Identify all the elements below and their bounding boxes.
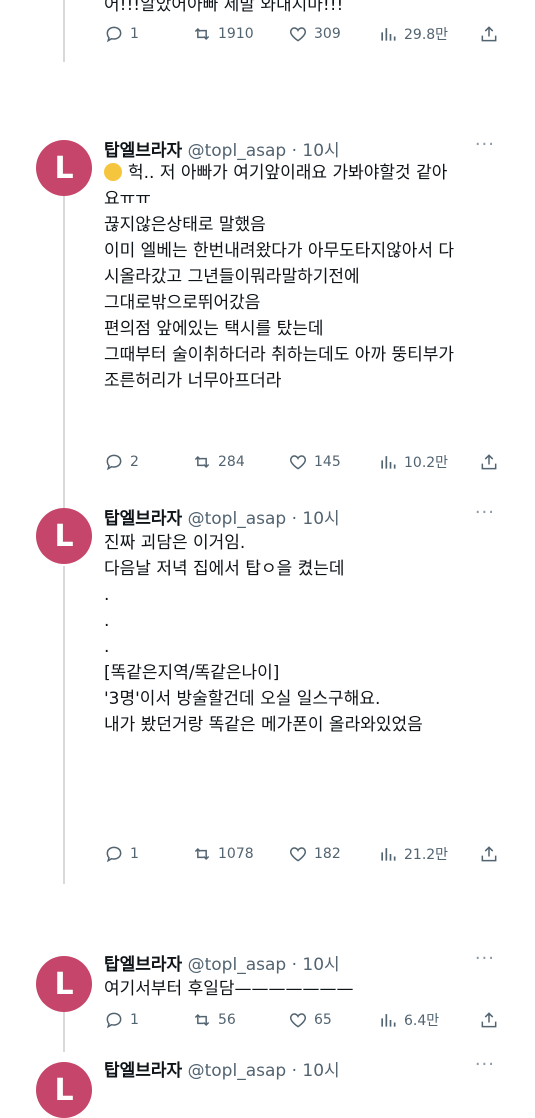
reply-icon [106,846,122,863]
avatar[interactable]: L [36,508,92,564]
tweet-text: 진짜 괴담은 이거임. 다음날 저녁 집에서 탑ㅇ을 켰는데 . . . [똑같… [104,533,423,735]
reply-button[interactable]: 1 [104,844,139,864]
thread-line [63,0,65,62]
retweet-count: 284 [218,454,245,470]
views-icon [381,456,396,469]
tweet-header: 탑엘브라자 @topl_asap · 10시 [104,950,340,975]
heart-icon [289,455,307,470]
heart-icon [289,847,307,862]
share-button[interactable] [479,452,499,476]
more-options-button[interactable]: ··· [475,134,495,155]
views-count: 29.8만 [404,27,449,43]
reply-count: 1 [130,26,139,42]
thread-line [63,566,65,884]
thread-line [63,196,65,508]
retweet-icon [194,847,210,861]
more-options-button[interactable]: ··· [475,1054,495,1075]
retweet-icon [194,1013,210,1027]
retweet-icon [194,455,210,469]
tweet-actions: 1 1078 182 21.2만 [104,844,499,868]
more-options-button[interactable]: ··· [475,502,495,523]
retweet-button[interactable]: 284 [192,452,245,472]
author-name[interactable]: 탑엘브라자 [104,955,182,975]
retweet-count: 56 [218,1012,236,1028]
more-options-button[interactable]: ··· [475,948,495,969]
pleading-emoji-icon [104,163,122,181]
views-icon [381,1014,396,1027]
author-handle-time[interactable]: @topl_asap · 10시 [188,141,340,161]
retweet-button[interactable]: 56 [192,1010,236,1030]
views-button[interactable]: 21.2만 [378,844,448,864]
author-name[interactable]: 탑엘브라자 [104,509,182,529]
like-count: 65 [314,1012,332,1028]
avatar[interactable]: L [36,140,92,196]
thread-line [63,1012,65,1052]
views-icon [381,28,396,41]
retweet-count: 1078 [218,846,254,862]
avatar[interactable]: L [36,956,92,1012]
reply-icon [106,26,122,43]
share-button[interactable] [479,1010,499,1034]
share-icon [481,846,497,862]
heart-icon [289,27,307,42]
author-name[interactable]: 탑엘브라자 [104,1061,182,1081]
tweet-actions: 2 284 145 10.2만 [104,452,499,476]
share-icon [481,454,497,470]
like-count: 182 [314,846,341,862]
reply-button[interactable]: 1 [104,24,139,44]
share-icon [481,26,497,42]
tweet-text: 여기서부터 후일담——————— [104,979,354,999]
retweet-button[interactable]: 1078 [192,844,254,864]
tweet-actions: 1 56 65 6.4만 [104,1010,499,1034]
like-count: 145 [314,454,341,470]
tweet-actions: 1 1910 309 29.8만 [104,24,499,48]
reply-count: 1 [130,1012,139,1028]
author-name[interactable]: 탑엘브라자 [104,141,182,161]
tweet-text: 헉.. 저 아빠가 여기앞이래요 가봐야할것 같아 요ㅠㅠ 끊지않은상태로 말했… [104,163,455,391]
author-handle-time[interactable]: @topl_asap · 10시 [188,509,340,529]
like-count: 309 [314,26,341,42]
like-button[interactable]: 182 [288,844,341,864]
share-button[interactable] [479,24,499,48]
author-handle-time[interactable]: @topl_asap · 10시 [188,955,340,975]
reply-count: 1 [130,846,139,862]
tweet-header: 탑엘브라자 @topl_asap · 10시 [104,504,340,529]
retweet-button[interactable]: 1910 [192,24,254,44]
share-icon [481,1012,497,1028]
like-button[interactable]: 145 [288,452,341,472]
views-button[interactable]: 6.4만 [378,1010,439,1030]
author-handle-time[interactable]: @topl_asap · 10시 [188,1061,340,1081]
reply-count: 2 [130,454,139,470]
like-button[interactable]: 65 [288,1010,332,1030]
retweet-icon [194,27,210,41]
views-button[interactable]: 10.2만 [378,452,448,472]
views-icon [381,848,396,861]
views-count: 10.2만 [404,455,449,471]
heart-icon [289,1013,307,1028]
tweet-header: 탑엘브라자 @topl_asap · 10시 [104,136,340,161]
tweet-text: 어!!!알았어아빠 제발 와내지마!!! [104,0,344,15]
avatar[interactable]: L [36,1062,92,1118]
tweet-header: 탑엘브라자 @topl_asap · 10시 [104,1056,340,1081]
views-count: 6.4만 [404,1013,440,1029]
share-button[interactable] [479,844,499,868]
views-count: 21.2만 [404,847,449,863]
like-button[interactable]: 309 [288,24,341,44]
reply-button[interactable]: 1 [104,1010,139,1030]
reply-button[interactable]: 2 [104,452,139,472]
retweet-count: 1910 [218,26,254,42]
reply-icon [106,1012,122,1029]
reply-icon [106,454,122,471]
views-button[interactable]: 29.8만 [378,24,448,44]
